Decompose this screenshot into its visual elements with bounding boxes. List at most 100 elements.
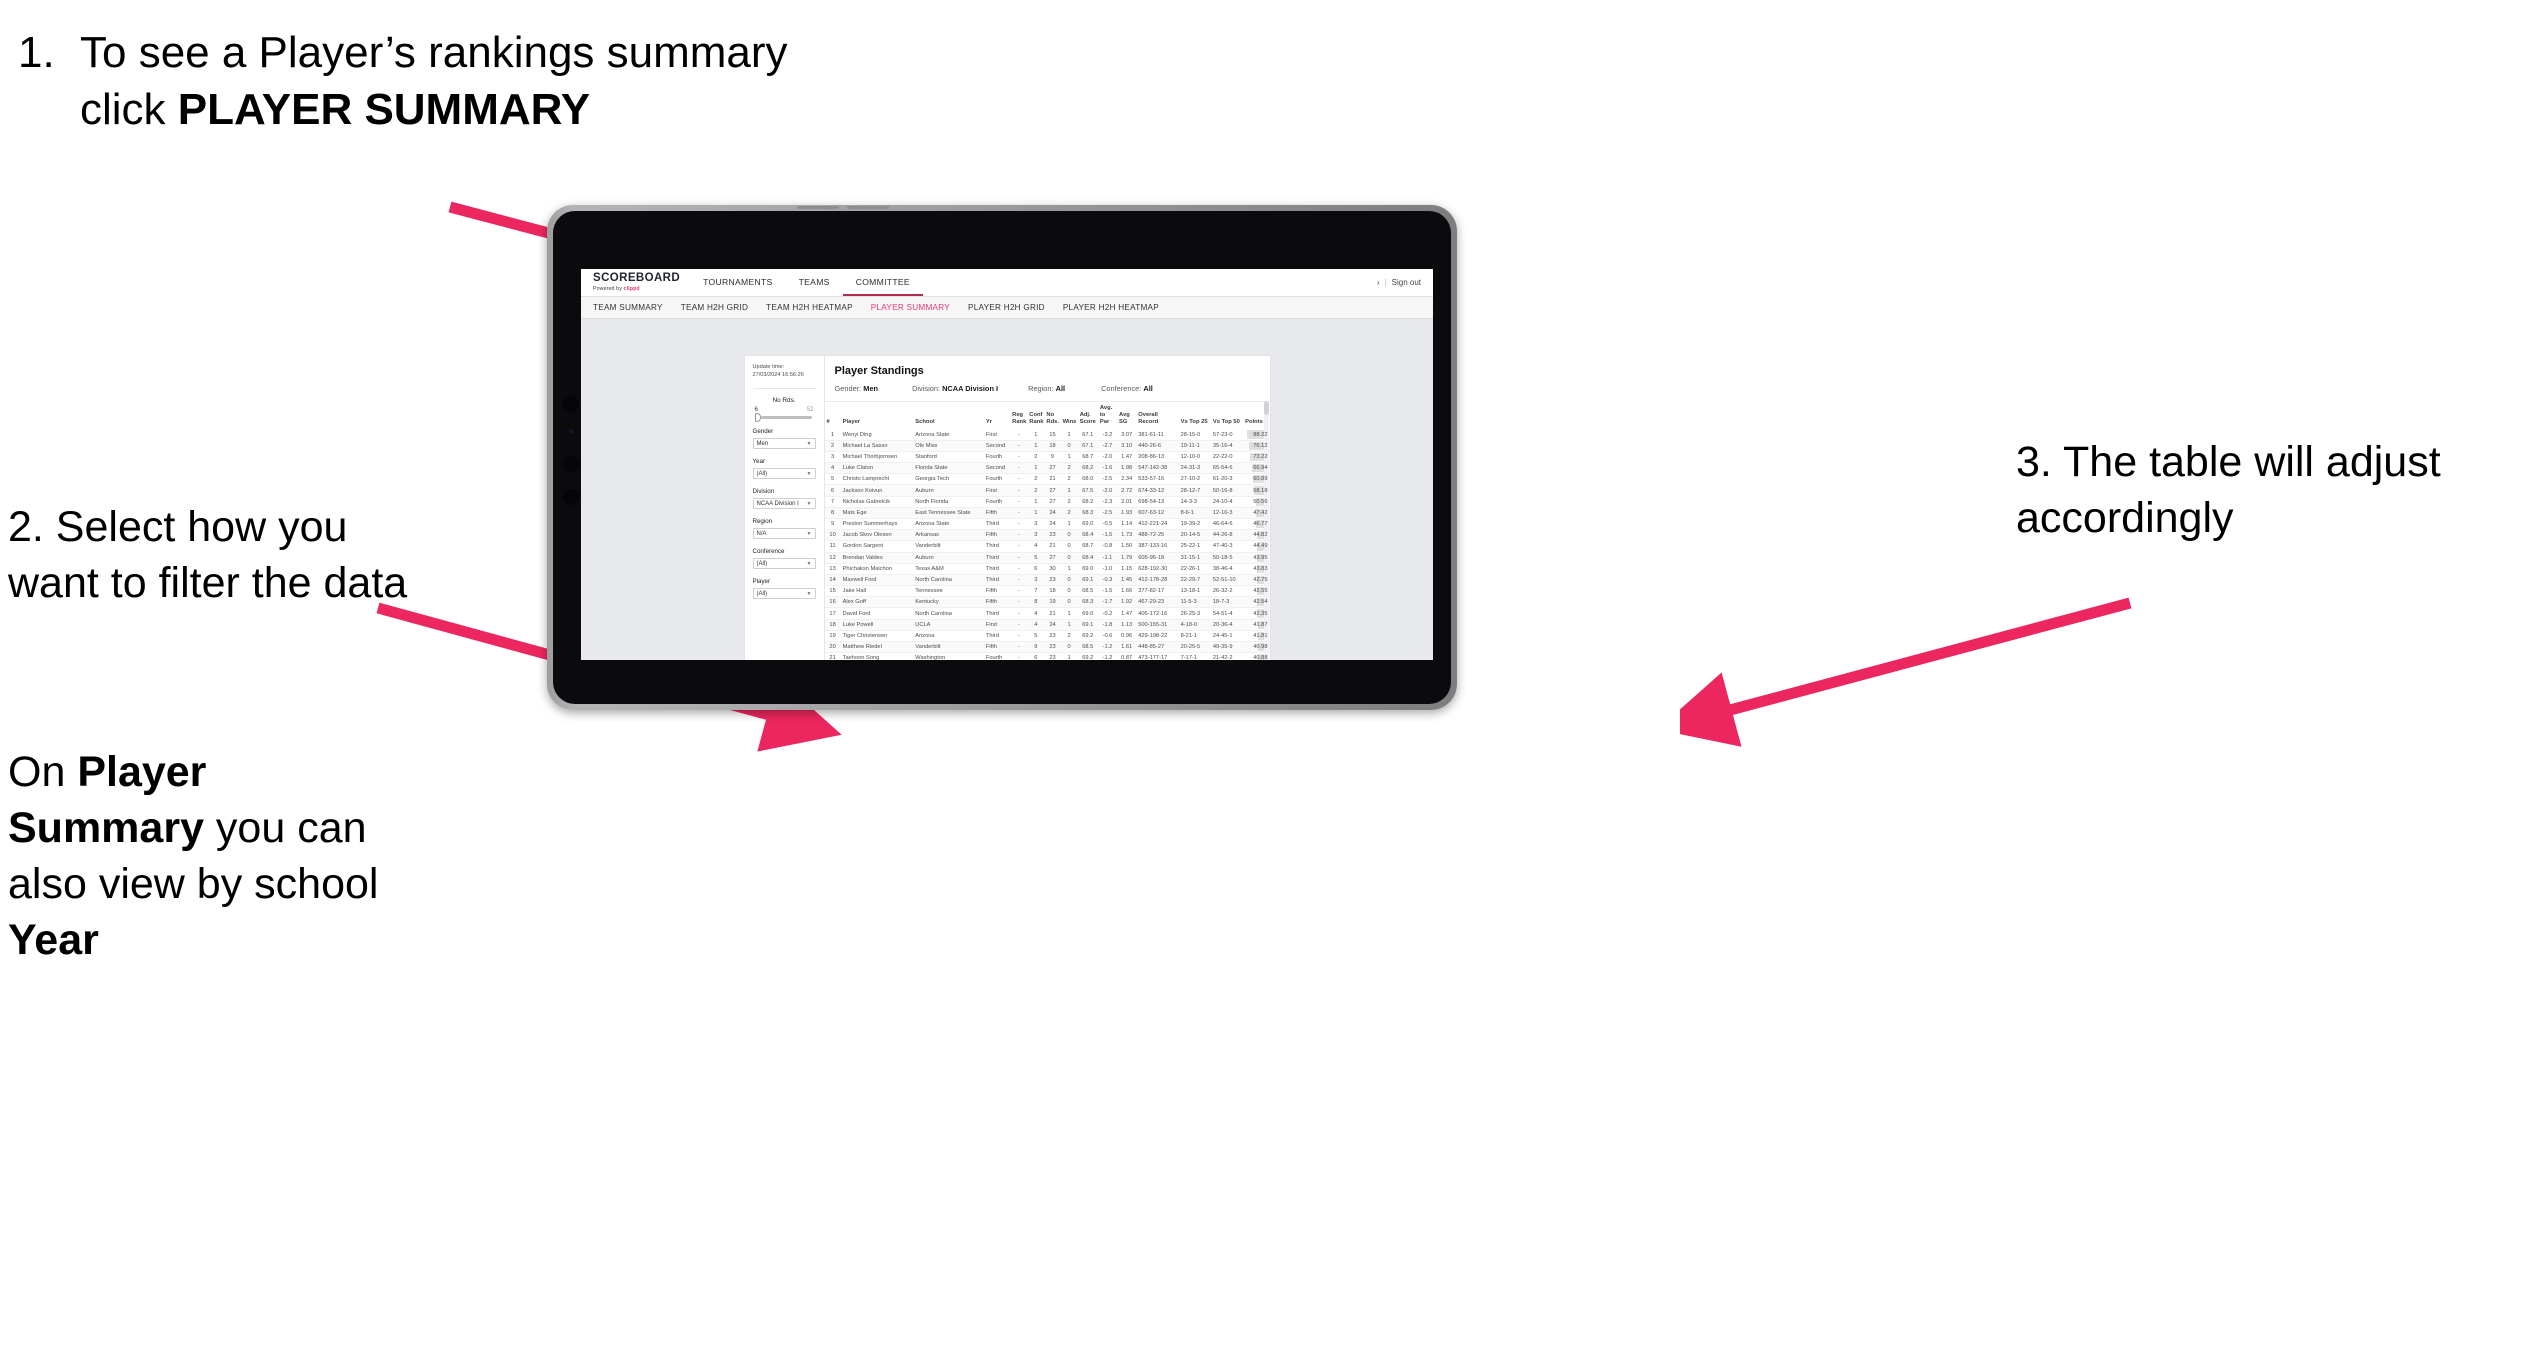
col-rank-index: # [824,401,841,430]
table-row[interactable]: 13 Phichaksn Maichon Texas A&M Third -6 30 1 69… [824,563,1270,575]
cell-rds: 23 [1044,652,1061,660]
table-row[interactable]: 18 Luke Powell UCLA First -4 24 1 69.1 -1.8 1.13 5… [824,619,1270,631]
sign-out-link[interactable]: Sign out [1392,278,1421,287]
table-row[interactable]: 6 Jackson Koivun Auburn First -2 27 1 67.5 -2.0 2… [824,484,1270,497]
nav-teams[interactable]: TEAMS [786,269,843,296]
filter-conference-label: Conference [752,548,785,556]
filter-gender-value: Men [756,440,769,447]
cell-par: -2.0 [1097,484,1118,497]
cell-t25: 4-18-0 [1178,619,1211,631]
cell-adj: 69.0 [1077,563,1098,575]
table-row[interactable]: 12 Brendan Valdes Auburn Third -5 27 0 68.4 -1.1… [824,552,1270,564]
tablet-screen-bezel: SCOREBOARD Powered by clippd TOURNAMENTS… [553,211,1451,704]
annotation-step-2b-prefix: On [8,748,78,796]
cell-par: -1.2 [1097,652,1118,660]
cell-t25: 28-12-7 [1178,484,1211,497]
subnav-player-h2h-grid[interactable]: PLAYER H2H GRID [968,303,1045,312]
table-row[interactable]: 4 Luke Claton Florida State Second -1 27 2 68.2… [824,462,1270,475]
primary-nav: TOURNAMENTS TEAMS COMMITTEE [690,269,923,296]
filter-division-select[interactable]: NCAA Division I ▼ [752,498,816,510]
cell-sg: 0.96 [1117,630,1137,643]
summary-region: Region: All [1028,384,1065,393]
table-row[interactable]: 8 Mats Ege East Tennessee State Fifth -1 24 2 6… [824,507,1270,519]
cell-yr: First [983,429,1011,441]
cell-sg: 2.34 [1117,473,1137,486]
table-row[interactable]: 2 Michael La Sasso Ole Miss Second -1 18 0 67.1… [824,440,1270,452]
cell-adj: 67.1 [1077,440,1098,452]
points-value: 47.42 [1253,509,1268,516]
table-row[interactable]: 10 Jacob Skov Olesen Arkansas Fifth -3 23 0 68.… [824,529,1270,542]
subnav-team-h2h-heatmap[interactable]: TEAM H2H HEATMAP [766,303,853,312]
filter-region-value: N/A [756,530,767,537]
subnav-player-summary[interactable]: PLAYER SUMMARY [871,303,950,312]
filter-player-value: (All) [756,590,768,597]
table-row[interactable]: 1 Wenyi Ding Arizona State First -1 15 1 67.1 -3… [824,429,1270,441]
cell-rec: 547-142-38 [1136,462,1179,475]
cell-n: 16 [824,596,841,609]
cell-par: -2.3 [1097,496,1118,508]
points-value: 42.55 [1253,588,1268,595]
subnav-team-summary[interactable]: TEAM SUMMARY [593,303,663,312]
cell-school: Kentucky [913,596,984,609]
cell-par: -0.2 [1097,607,1118,620]
secondary-nav: TEAM SUMMARY TEAM H2H GRID TEAM H2H HEAT… [581,297,1433,319]
cell-yr: Fifth [983,529,1011,542]
cell-rec: 429-198-22 [1136,630,1179,643]
nav-tournaments[interactable]: TOURNAMENTS [690,269,786,296]
subnav-team-h2h-grid[interactable]: TEAM H2H GRID [681,303,748,312]
cell-par: -2.5 [1097,473,1118,486]
cell-t25: 8-6-1 [1178,507,1211,519]
user-chevron-icon[interactable]: › [1377,278,1380,287]
filter-year-select[interactable]: (All) ▼ [752,468,816,480]
cell-reg: - [1010,429,1028,441]
cell-sg: 1.73 [1117,529,1137,542]
cell-conf: 1 [1027,462,1045,475]
table-row[interactable]: 14 Maxwell Ford North Carolina Third -3 23 0 69… [824,574,1270,587]
table-scrollbar-thumb[interactable] [1263,401,1269,415]
table-row[interactable]: 21 Taehoon Song Washington Fourth -6 23 1 69.2-… [824,652,1270,660]
cell-school: Arizona State [913,518,984,531]
cell-adj: 68.3 [1077,507,1098,519]
cell-rec: 412-178-28 [1136,574,1179,587]
cell-wins: 1 [1060,518,1078,531]
filter-conference-select[interactable]: (All) ▼ [752,558,816,570]
cell-adj: 68.7 [1077,451,1098,464]
cell-reg: - [1010,507,1028,519]
cell-rec: 488-72-25 [1136,529,1179,542]
points-value: 66.94 [1253,465,1268,472]
table-row[interactable]: 3 Michael Thorbjornsen Stanford Fourth -2 9 1 6… [824,451,1270,464]
table-row[interactable]: 5 Christo Lamprecht Georgia Tech Fourth -2 21… [824,473,1270,486]
table-row[interactable]: 17 David Ford North Carolina Third -4 21 1 69.0… [824,607,1270,620]
app-content-area: Update time: 27/03/2024 16:56:26 No Rds.… [581,319,1433,660]
filter-division-value: NCAA Division I [756,500,799,507]
cell-rds: 21 [1044,607,1061,620]
table-row[interactable]: 15 Jake Hall Tennessee Fifth -7 18 0 68.5 -1.5 1.… [824,585,1270,598]
cell-adj: 69.2 [1077,652,1098,660]
cell-conf: 1 [1027,507,1045,519]
active-filters-summary: Gender: Men Division: NCAA Division I Re… [825,384,1270,401]
no-rounds-slider-handle[interactable] [754,413,761,423]
table-row[interactable]: 16 Alex Goff Kentucky Fifth -8 19 0 68.3 -1.7 1.9… [824,596,1270,609]
nav-committee[interactable]: COMMITTEE [842,269,923,296]
table-row[interactable]: 9 Preston Summerhays Arizona State Third -3 2… [824,518,1270,531]
cell-n: 11 [824,540,841,553]
table-row[interactable]: 19 Tiger Christensen Arizona Third -5 23 2 69.2… [824,630,1270,643]
subnav-player-h2h-heatmap[interactable]: PLAYER H2H HEATMAP [1063,303,1159,312]
cell-yr: Fourth [983,451,1011,464]
cell-reg: - [1010,451,1028,464]
cell-yr: Fourth [983,496,1011,508]
cell-sg: 3.10 [1117,440,1137,452]
bezel-dot-2 [563,456,579,472]
cell-conf: 2 [1027,451,1045,464]
table-row[interactable]: 11 Gordon Sargent Vanderbilt Third -4 21 0 68.7… [824,540,1270,553]
no-rounds-slider[interactable] [754,413,812,423]
filter-gender-select[interactable]: Men ▼ [752,438,816,450]
cell-player: Taehoon Song [840,652,914,660]
points-value: 76.12 [1253,442,1268,449]
points-value: 44.49 [1253,543,1268,550]
chevron-down-icon: ▼ [806,530,812,537]
table-row[interactable]: 7 Nicholas Gabrelcik North Florida Fourth -1… [824,496,1270,508]
table-row[interactable]: 20 Matthew Riedel Vanderbilt Fifth -9 23 0 68.5… [824,641,1270,654]
filter-player-select[interactable]: (All) ▼ [752,588,816,600]
filter-region-select[interactable]: N/A ▼ [752,528,816,540]
